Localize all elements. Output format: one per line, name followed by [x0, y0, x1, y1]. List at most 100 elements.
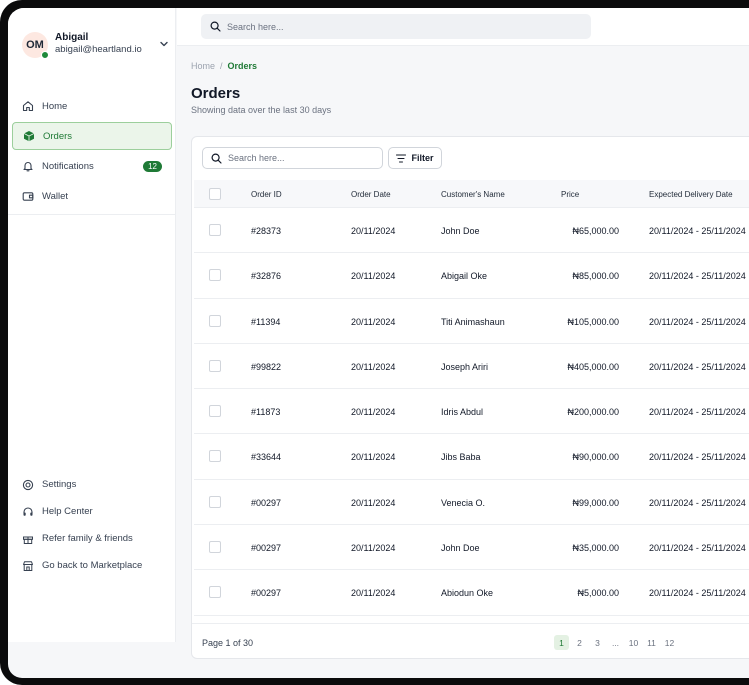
- sidebar-item-help-center[interactable]: Help Center: [12, 499, 172, 524]
- price-cell: ₦65,000.00: [572, 226, 619, 236]
- sidebar-item-label: Help Center: [42, 506, 93, 517]
- row-checkbox[interactable]: [209, 269, 221, 282]
- column-header-customer-name[interactable]: Customer's Name: [441, 190, 505, 199]
- customer-name-cell: Abiodun Oke: [441, 588, 494, 599]
- order-id-cell: #00297: [251, 543, 282, 554]
- order-date-cell: 20/11/2024: [351, 588, 396, 599]
- sidebar-item-notifications[interactable]: Notifications 12: [12, 152, 172, 180]
- sidebar-item-home[interactable]: Home: [12, 92, 172, 120]
- table-header: Order ID Order Date Customer's Name Pric…: [194, 180, 749, 208]
- delivery-date-cell: 20/11/2024 - 25/11/2024: [649, 452, 746, 463]
- orders-card: Filter Order ID Order Date Customer's Na…: [191, 136, 749, 659]
- page-link[interactable]: 11: [644, 635, 659, 650]
- table-row[interactable]: #00297 20/11/2024 John Doe ₦35,000.00 20…: [194, 525, 749, 571]
- chevron-down-icon[interactable]: [158, 38, 170, 50]
- sidebar-bottom-nav: Settings Help Center Refer family & frie…: [12, 472, 172, 580]
- table-row[interactable]: #32876 20/11/2024 Abigail Oke ₦85,000.00…: [194, 253, 749, 299]
- page-link[interactable]: 10: [626, 635, 641, 650]
- price-cell: ₦35,000.00: [572, 543, 619, 554]
- order-date-cell: 20/11/2024: [351, 226, 396, 236]
- filter-icon: [396, 153, 407, 163]
- table-search[interactable]: [202, 147, 383, 169]
- table-row[interactable]: #11873 20/11/2024 Idris Abdul ₦200,000.0…: [194, 389, 749, 435]
- column-header-order-date[interactable]: Order Date: [351, 190, 391, 199]
- order-date-cell: 20/11/2024: [351, 271, 396, 282]
- customer-name-cell: John Doe: [441, 226, 480, 236]
- order-date-cell: 20/11/2024: [351, 361, 396, 372]
- table-row[interactable]: #00297 20/11/2024 Venecia O. ₦99,000.00 …: [194, 480, 749, 526]
- table-row[interactable]: #33644 20/11/2024 Jibs Baba ₦90,000.00 2…: [194, 434, 749, 480]
- sidebar-item-wallet[interactable]: Wallet: [12, 182, 172, 210]
- user-name: Abigail: [55, 32, 89, 43]
- table-footer: Page 1 of 30 1 2 3 ... 10 11 12: [192, 623, 749, 659]
- page-link[interactable]: 12: [662, 635, 677, 650]
- breadcrumb-home-link[interactable]: Home: [191, 61, 215, 71]
- order-id-cell: #28373: [251, 226, 282, 236]
- page-link[interactable]: 3: [590, 635, 605, 650]
- user-profile-menu[interactable]: OM Abigail abigail@heartland.io: [22, 32, 170, 68]
- column-header-delivery-date[interactable]: Expected Delivery Date: [649, 190, 733, 199]
- order-id-cell: #00297: [251, 588, 282, 599]
- price-cell: ₦85,000.00: [572, 271, 619, 282]
- row-checkbox[interactable]: [209, 541, 221, 554]
- page-ellipsis: ...: [611, 637, 620, 648]
- customer-name-cell: John Doe: [441, 543, 480, 554]
- table-body: #28373 20/11/2024 John Doe ₦65,000.00 20…: [194, 208, 749, 616]
- sidebar-nav: Home Orders Notifications 12 Wallet: [12, 92, 172, 212]
- page-info: Page 1 of 30: [202, 638, 254, 648]
- delivery-date-cell: 20/11/2024 - 25/11/2024: [649, 226, 746, 236]
- table-search-input[interactable]: [228, 153, 368, 163]
- table-row[interactable]: #28373 20/11/2024 John Doe ₦65,000.00 20…: [194, 208, 749, 254]
- global-search[interactable]: [201, 14, 591, 39]
- table-row[interactable]: #11394 20/11/2024 Titi Animashaun ₦105,0…: [194, 299, 749, 344]
- order-date-cell: 20/11/2024: [351, 316, 396, 327]
- table-row[interactable]: #99822 20/11/2024 Joseph Ariri ₦405,000.…: [194, 344, 749, 390]
- row-checkbox[interactable]: [209, 224, 221, 236]
- customer-name-cell: Titi Animashaun: [441, 316, 505, 327]
- delivery-date-cell: 20/11/2024 - 25/11/2024: [649, 361, 746, 372]
- sidebar-item-marketplace[interactable]: Go back to Marketplace: [12, 553, 172, 578]
- column-header-order-id[interactable]: Order ID: [251, 190, 282, 199]
- price-cell: ₦200,000.00: [567, 407, 619, 418]
- sidebar-item-label: Settings: [42, 479, 77, 490]
- search-icon: [211, 152, 222, 164]
- pagination: 1 2 3 ... 10 11 12: [554, 635, 680, 650]
- customer-name-cell: Venecia O.: [441, 497, 486, 508]
- row-checkbox[interactable]: [209, 314, 221, 327]
- online-status-dot: [41, 51, 49, 59]
- order-id-cell: #00297: [251, 497, 282, 508]
- sidebar-item-orders[interactable]: Orders: [12, 122, 172, 150]
- select-all-checkbox[interactable]: [209, 188, 221, 200]
- price-cell: ₦5,000.00: [577, 588, 619, 599]
- filter-button-label: Filter: [411, 153, 434, 163]
- column-header-price[interactable]: Price: [561, 190, 579, 199]
- order-date-cell: 20/11/2024: [351, 452, 396, 463]
- row-checkbox[interactable]: [209, 405, 221, 418]
- row-checkbox[interactable]: [209, 450, 221, 463]
- order-date-cell: 20/11/2024: [351, 543, 396, 554]
- page-link[interactable]: 2: [572, 635, 587, 650]
- app-screen: OM Abigail abigail@heartland.io Home Ord…: [8, 8, 749, 678]
- delivery-date-cell: 20/11/2024 - 25/11/2024: [649, 543, 746, 554]
- row-checkbox[interactable]: [209, 586, 221, 599]
- customer-name-cell: Jibs Baba: [441, 452, 481, 463]
- price-cell: ₦99,000.00: [572, 497, 619, 508]
- row-checkbox[interactable]: [209, 359, 221, 372]
- sidebar-item-settings[interactable]: Settings: [12, 472, 172, 497]
- page-link[interactable]: 1: [554, 635, 569, 650]
- sidebar: OM Abigail abigail@heartland.io Home Ord…: [8, 8, 176, 642]
- row-checkbox[interactable]: [209, 495, 221, 508]
- breadcrumb-separator: /: [220, 61, 223, 71]
- filter-button[interactable]: Filter: [388, 147, 442, 169]
- sidebar-item-refer[interactable]: Refer family & friends: [12, 526, 172, 551]
- global-search-input[interactable]: [227, 21, 527, 32]
- sidebar-item-label: Notifications: [42, 160, 94, 172]
- order-date-cell: 20/11/2024: [351, 407, 396, 418]
- sidebar-item-label: Refer family & friends: [42, 533, 133, 544]
- customer-name-cell: Abigail Oke: [441, 271, 488, 282]
- sidebar-item-label: Go back to Marketplace: [42, 560, 143, 571]
- box-icon: [23, 130, 36, 143]
- order-id-cell: #11873: [251, 407, 281, 418]
- table-row[interactable]: #00297 20/11/2024 Abiodun Oke ₦5,000.00 …: [194, 570, 749, 616]
- sidebar-item-label: Wallet: [42, 190, 69, 202]
